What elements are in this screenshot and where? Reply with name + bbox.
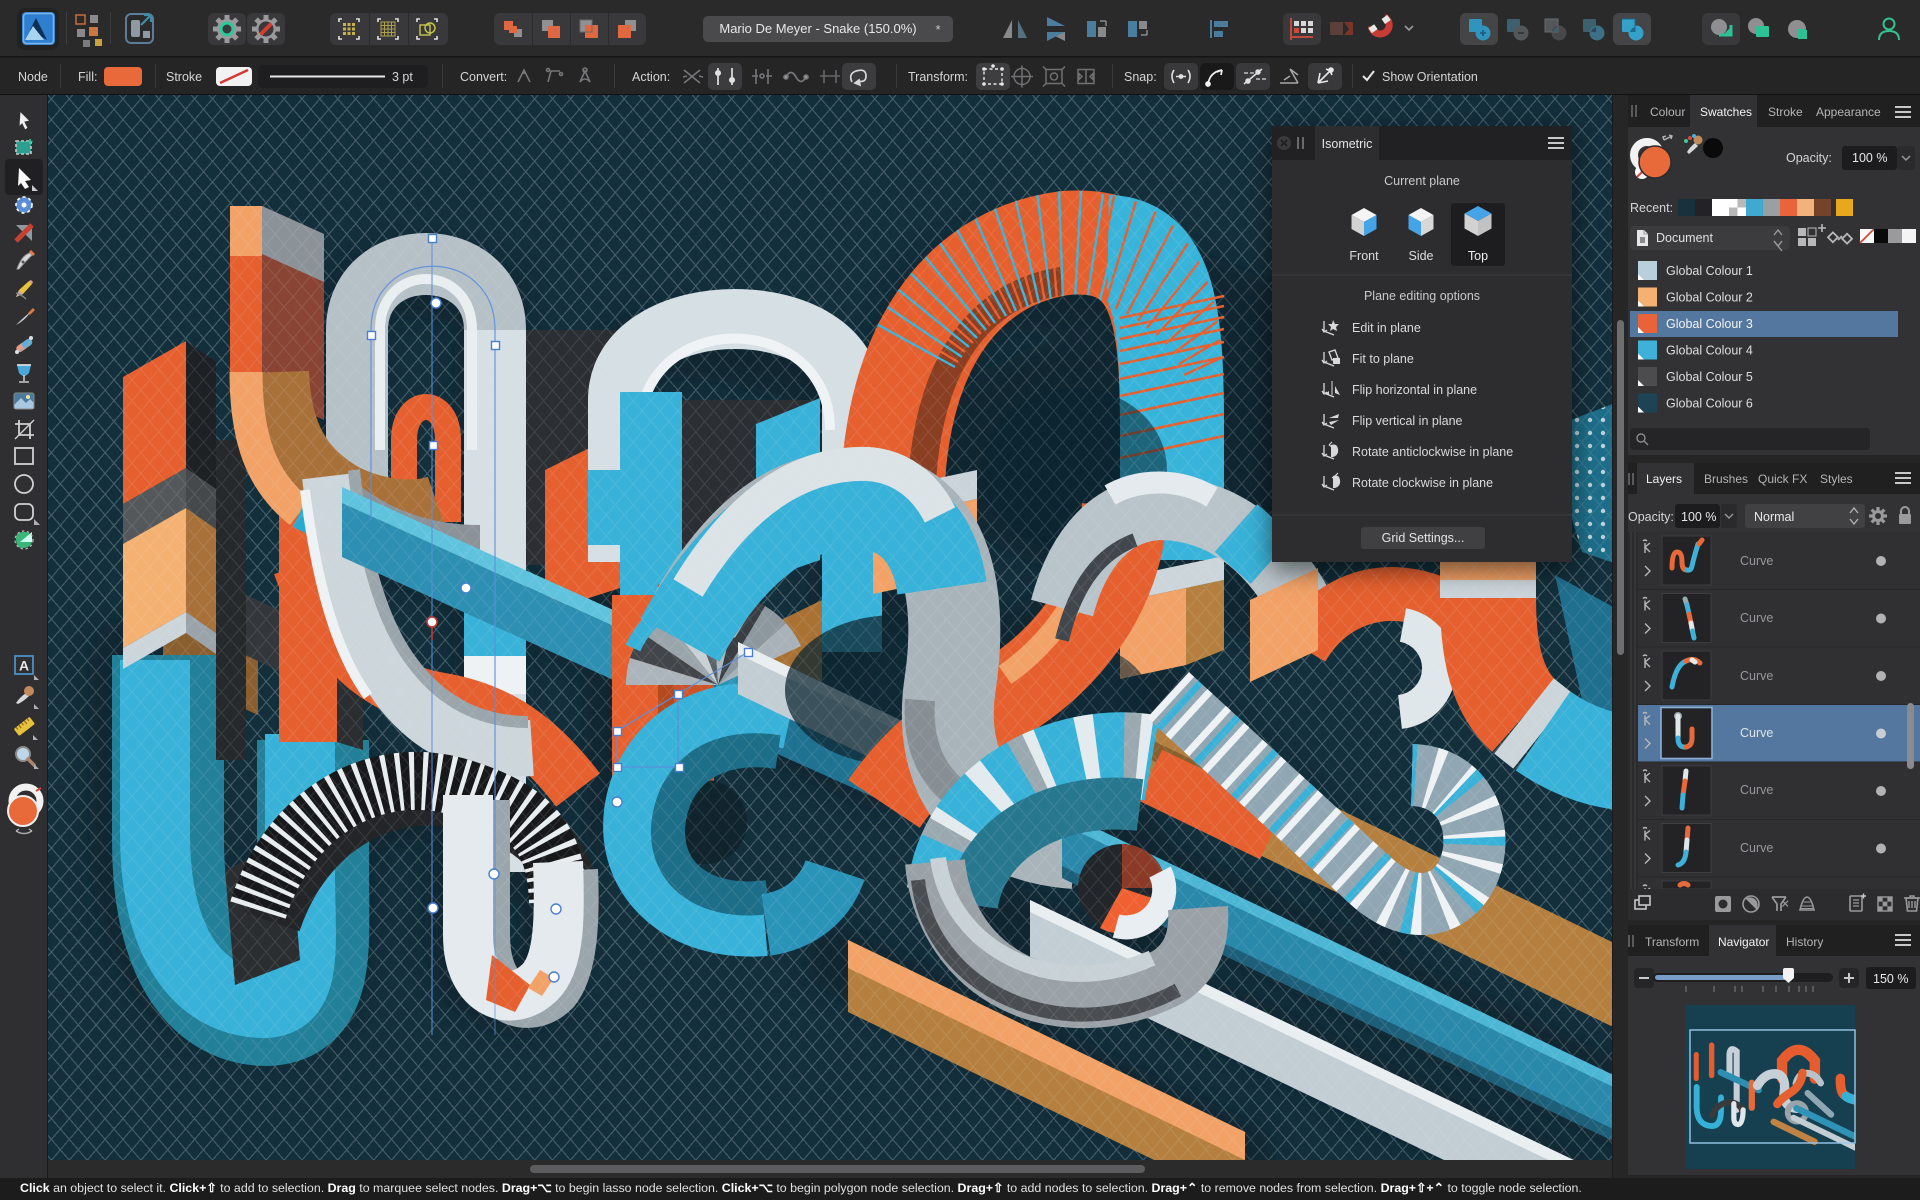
svg-text:Navigator: Navigator <box>1718 935 1769 949</box>
svg-text:Side: Side <box>1408 249 1433 263</box>
svg-text:Edit in plane: Edit in plane <box>1352 321 1421 335</box>
svg-text:Styles: Styles <box>1820 472 1853 486</box>
svg-text:Fill:: Fill: <box>78 70 97 84</box>
svg-text:Swatches: Swatches <box>1700 105 1752 119</box>
svg-text:Show Orientation: Show Orientation <box>1382 70 1478 84</box>
svg-text:Curve: Curve <box>1740 726 1773 740</box>
svg-text:Recent:: Recent: <box>1630 201 1673 215</box>
svg-text:150 %: 150 % <box>1873 972 1908 986</box>
svg-text:*: * <box>935 22 940 37</box>
svg-text:Document: Document <box>1656 231 1713 245</box>
svg-text:Mario De Meyer - Snake (150.0%: Mario De Meyer - Snake (150.0%) <box>719 21 916 36</box>
svg-text:Transform:: Transform: <box>908 70 968 84</box>
svg-text:Brushes: Brushes <box>1704 472 1748 486</box>
svg-text:Global Colour 6: Global Colour 6 <box>1666 397 1753 411</box>
svg-text:Quick FX: Quick FX <box>1758 472 1807 486</box>
svg-text:Fit to plane: Fit to plane <box>1352 352 1414 366</box>
svg-text:Flip vertical in plane: Flip vertical in plane <box>1352 414 1463 428</box>
svg-text:Node: Node <box>18 70 48 84</box>
svg-text:100 %: 100 % <box>1852 151 1887 165</box>
svg-text:Colour: Colour <box>1650 105 1685 119</box>
svg-text:Top: Top <box>1468 249 1488 263</box>
svg-text:Global Colour 5: Global Colour 5 <box>1666 370 1753 384</box>
svg-text:Plane editing options: Plane editing options <box>1364 289 1480 303</box>
svg-text:Normal: Normal <box>1754 510 1794 524</box>
svg-text:Snap:: Snap: <box>1124 70 1157 84</box>
svg-text:Global Colour 4: Global Colour 4 <box>1666 344 1753 358</box>
svg-text:Global Colour 3: Global Colour 3 <box>1666 317 1753 331</box>
svg-text:Global Colour 1: Global Colour 1 <box>1666 264 1753 278</box>
svg-text:Curve: Curve <box>1740 554 1773 568</box>
svg-text:Opacity:: Opacity: <box>1786 151 1832 165</box>
svg-text:Rotate anticlockwise in plane: Rotate anticlockwise in plane <box>1352 445 1513 459</box>
svg-text:Stroke: Stroke <box>1768 105 1803 119</box>
svg-text:100 %: 100 % <box>1681 510 1716 524</box>
svg-text:Action:: Action: <box>632 70 670 84</box>
svg-text:Stroke: Stroke <box>166 70 202 84</box>
svg-text:Curve: Curve <box>1740 783 1773 797</box>
svg-text:Layers: Layers <box>1646 472 1682 486</box>
svg-text:Convert:: Convert: <box>460 70 507 84</box>
svg-text:Curve: Curve <box>1740 611 1773 625</box>
svg-text:Rotate clockwise in plane: Rotate clockwise in plane <box>1352 476 1493 490</box>
svg-text:Appearance: Appearance <box>1816 105 1881 119</box>
svg-text:Curve: Curve <box>1740 841 1773 855</box>
svg-text:Transform: Transform <box>1645 935 1699 949</box>
svg-text:Flip horizontal in plane: Flip horizontal in plane <box>1352 383 1477 397</box>
svg-text:Grid Settings...: Grid Settings... <box>1382 531 1465 545</box>
svg-text:Opacity:: Opacity: <box>1628 510 1674 524</box>
svg-text:A: A <box>19 658 29 674</box>
svg-text:Front: Front <box>1349 249 1379 263</box>
svg-text:Isometric: Isometric <box>1322 137 1373 151</box>
svg-text:Current plane: Current plane <box>1384 174 1460 188</box>
svg-text:Global Colour 2: Global Colour 2 <box>1666 291 1753 305</box>
svg-text:3 pt: 3 pt <box>392 70 413 84</box>
svg-text:History: History <box>1786 935 1823 949</box>
svg-text:Curve: Curve <box>1740 669 1773 683</box>
